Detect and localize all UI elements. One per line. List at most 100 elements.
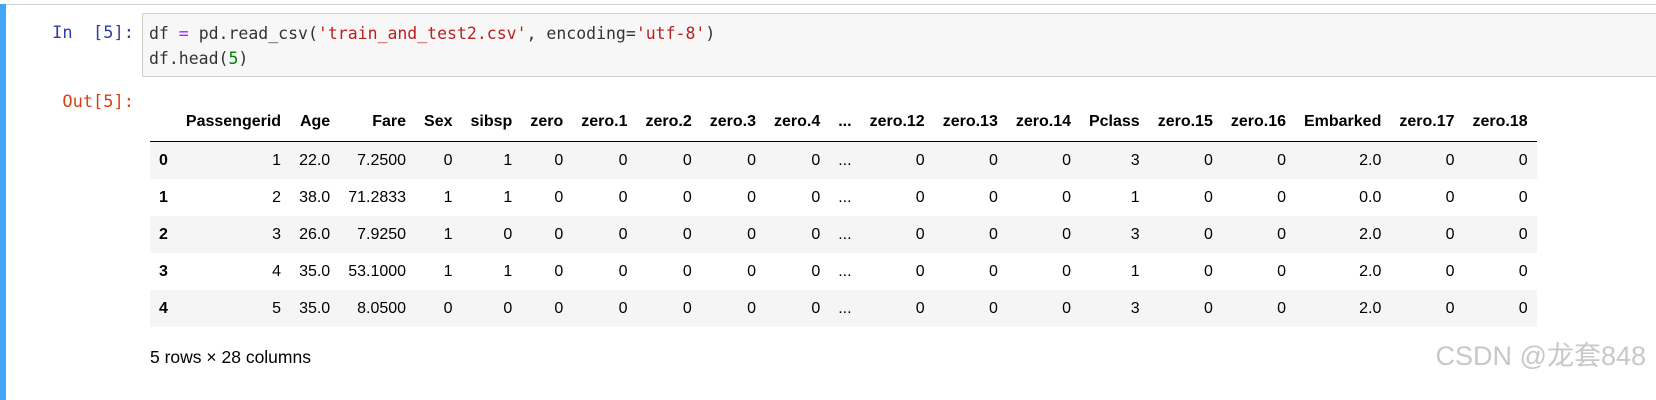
output-prompt: Out[5]: — [62, 92, 134, 112]
table-body: 0 1 22.0 7.2500 0 1 0 0 0 0 0... 0 0 0 3 0 0 2.0 0 0 1 2 38.0 7… — [150, 141, 1537, 327]
table-cell: ... — [838, 188, 852, 206]
table-cell: 0 — [554, 188, 564, 206]
table-cell: 26.0 — [299, 225, 331, 243]
table-row: 0 1 22.0 7.2500 0 1 0 0 0 0 0... 0 0 0 3 0 0 2.0 0 0 — [150, 141, 1537, 179]
table-cell: 0 — [1445, 151, 1455, 169]
notebook-top-divider — [0, 4, 1656, 5]
table-cell: 0 — [988, 151, 998, 169]
table-cell: 0 — [1445, 225, 1455, 243]
table-cell: 22.0 — [299, 151, 331, 169]
table-cell: 4 — [272, 262, 282, 280]
table-cell: 0 — [1062, 188, 1071, 206]
table-cell: 0 — [915, 299, 925, 317]
table-cell: 5 — [272, 299, 282, 317]
table-row: 4 5 35.0 8.0500 0 0 0 0 0 0 0... 0 0 0 3 0 0 2.0 0 0 — [150, 290, 1537, 327]
table-cell: 0 — [915, 151, 925, 169]
column-header: Sex — [415, 103, 462, 142]
table-cell: 0 — [1518, 262, 1528, 280]
table-cell: ... — [838, 299, 852, 317]
index-header — [150, 103, 177, 142]
table-cell: 1 — [503, 151, 513, 169]
table-cell: 0 — [1062, 151, 1071, 169]
table-cell: 0 — [811, 151, 821, 169]
column-header: Passengerid — [176, 103, 291, 142]
table-cell: 0 — [1518, 299, 1528, 317]
table-cell: 1 — [272, 151, 282, 169]
table-cell: 3 — [1130, 225, 1140, 243]
table-cell: 0 — [503, 299, 513, 317]
table-cell: 0 — [811, 262, 821, 280]
table-cell: 0 — [811, 225, 821, 243]
table-row: 2 3 26.0 7.9250 1 0 0 0 0 0 0... 0 0 0 3 0 0 2.0 0 0 — [150, 216, 1537, 253]
column-header: Fare — [339, 103, 416, 142]
table-cell: 2.0 — [1359, 151, 1382, 169]
table-cell: 0 — [1518, 188, 1528, 206]
table-cell: 0 — [988, 188, 998, 206]
table-cell: 2.0 — [1359, 225, 1382, 243]
table-cell: 2 — [272, 188, 282, 206]
column-header: zero.18 — [1463, 103, 1537, 142]
table-cell: 7.9250 — [357, 225, 407, 243]
table-cell: 1 — [443, 225, 453, 243]
input-prompt: In [5]: — [0, 20, 134, 46]
table-cell: 0 — [443, 299, 453, 317]
table-cell: 0 — [503, 225, 513, 243]
table-cell: 0 — [747, 225, 756, 243]
code-token: 5 — [228, 49, 239, 68]
row-index: 3 — [159, 262, 168, 280]
table-cell: 3 — [272, 225, 282, 243]
input-prompt-count: [5]: — [93, 23, 134, 43]
column-header: Pclass — [1079, 103, 1149, 142]
column-header: zero.1 — [572, 103, 637, 142]
code-token: df — [149, 24, 169, 43]
table-cell: 0 — [1445, 299, 1455, 317]
table-cell: 0 — [747, 188, 756, 206]
table-cell: ... — [838, 225, 852, 243]
column-header: zero.2 — [636, 103, 701, 142]
table-cell: 53.1000 — [348, 262, 407, 280]
table-cell: 0 — [554, 262, 564, 280]
table-cell: 0 — [1203, 225, 1213, 243]
table-cell: 0 — [1203, 151, 1213, 169]
table-cell: 1 — [1130, 262, 1140, 280]
table-cell: 0 — [443, 151, 453, 169]
column-header: zero.14 — [1006, 103, 1080, 142]
table-cell: 0 — [1062, 299, 1071, 317]
row-index: 4 — [159, 299, 168, 317]
dataframe-shape-note: 5 rows × 28 columns — [150, 347, 311, 367]
code-token: 'utf-8' — [635, 24, 706, 43]
table-cell: 0 — [811, 188, 821, 206]
table-cell: 0 — [682, 225, 692, 243]
code-input-area[interactable]: df = pd.read_csv('train_and_test2.csv', … — [142, 13, 1656, 77]
table-cell: 0 — [747, 151, 756, 169]
column-header: Age — [290, 103, 340, 142]
row-index: 2 — [159, 225, 168, 243]
table-cell: 0 — [747, 262, 756, 280]
table-cell: 0 — [554, 151, 564, 169]
table-cell: 0 — [1518, 225, 1528, 243]
table-cell: 0 — [1277, 225, 1286, 243]
table-cell: 0 — [1203, 262, 1213, 280]
table-cell: 0 — [1277, 188, 1286, 206]
table-cell: 0 — [1445, 188, 1455, 206]
table-cell: 35.0 — [299, 262, 331, 280]
column-header: zero.16 — [1221, 103, 1295, 142]
table-cell: ... — [838, 151, 852, 169]
code-token: ) — [238, 49, 249, 68]
table-cell: 3 — [1130, 299, 1140, 317]
table-cell: 0 — [682, 188, 692, 206]
table-cell: 0 — [1445, 262, 1455, 280]
table-cell: 0 — [554, 299, 564, 317]
code-editor[interactable]: df = pd.read_csv('train_and_test2.csv', … — [149, 21, 715, 71]
column-header: zero.4 — [764, 103, 830, 142]
table-cell: 0 — [618, 151, 628, 169]
selected-cell-indicator — [0, 4, 6, 400]
table-cell: 0 — [618, 188, 628, 206]
table-cell: 0 — [988, 299, 998, 317]
table-header-row: Passengerid Age Fare Sex sibsp zero zero.1 zero… — [150, 103, 1537, 142]
row-index: 1 — [159, 188, 168, 206]
table-cell: 35.0 — [299, 299, 331, 317]
code-line: df = pd.read_csv('train_and_test2.csv', … — [149, 21, 715, 46]
table-cell: 1 — [443, 188, 453, 206]
column-header: zero.15 — [1148, 103, 1222, 142]
